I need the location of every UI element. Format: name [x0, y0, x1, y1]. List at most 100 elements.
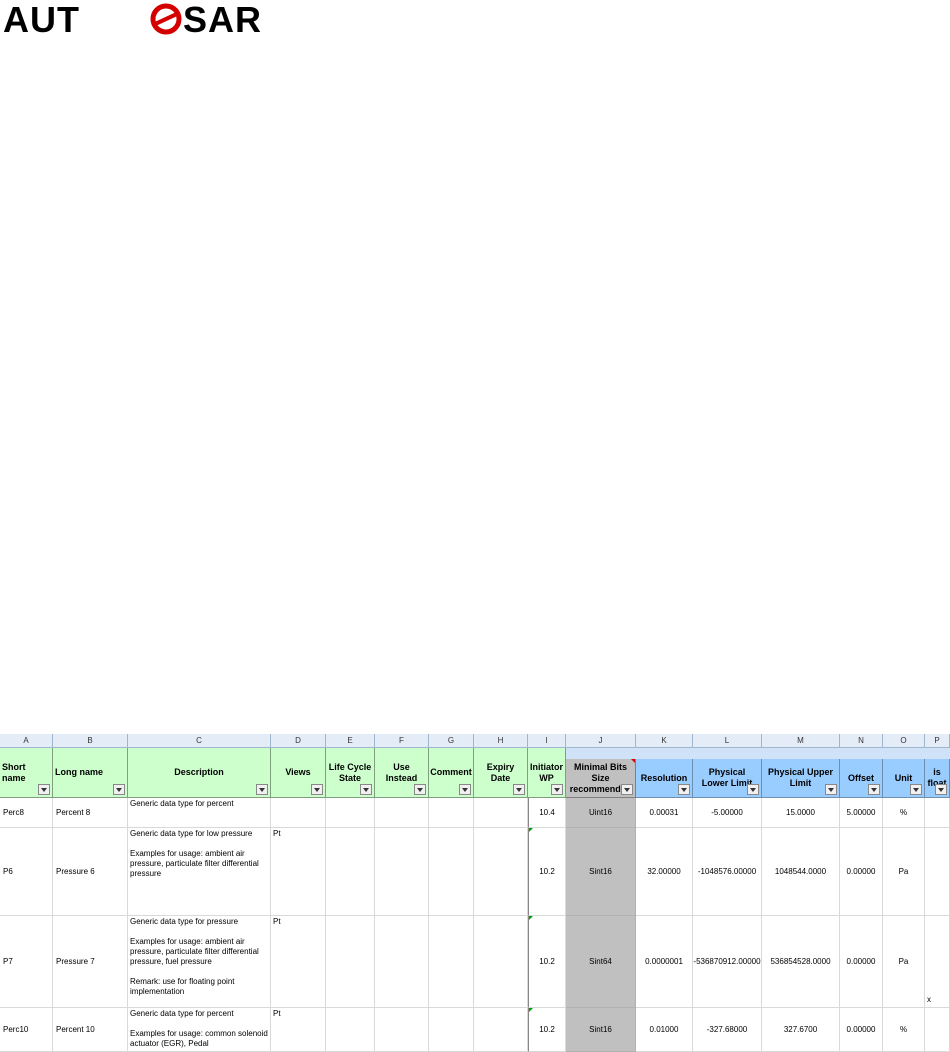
col-letter-f[interactable]: F: [375, 734, 429, 747]
cell-description[interactable]: Generic data type for pressure Examples …: [128, 916, 271, 1008]
filter-dropdown-icon[interactable]: [868, 784, 880, 795]
cell-views[interactable]: [271, 798, 326, 828]
cell-use-instead[interactable]: [375, 828, 429, 916]
col-letter-c[interactable]: C: [128, 734, 271, 747]
filter-dropdown-icon[interactable]: [414, 784, 426, 795]
cell-use-instead[interactable]: [375, 1008, 429, 1052]
filter-dropdown-icon[interactable]: [747, 784, 759, 795]
filter-dropdown-icon[interactable]: [513, 784, 525, 795]
cell-description[interactable]: Generic data type for percent Examples f…: [128, 1008, 271, 1052]
cell-initiator-wp[interactable]: 10.2: [528, 1008, 566, 1052]
cell-expiry-date[interactable]: [474, 916, 528, 1008]
cell-phys-lower[interactable]: -1048576.00000: [693, 828, 762, 916]
col-letter-h[interactable]: H: [474, 734, 528, 747]
cell-phys-lower[interactable]: -536870912.00000: [693, 916, 762, 1008]
cell-phys-upper[interactable]: 15.0000: [762, 798, 840, 828]
cell-long-name[interactable]: Percent 8: [53, 798, 128, 828]
cell-short-name[interactable]: P7: [0, 916, 53, 1008]
col-letter-i[interactable]: I: [528, 734, 566, 747]
filter-dropdown-icon[interactable]: [678, 784, 690, 795]
col-letter-d[interactable]: D: [271, 734, 326, 747]
cell-is-float[interactable]: [925, 798, 950, 828]
cell-initiator-wp[interactable]: 10.2: [528, 916, 566, 1008]
cell-comment[interactable]: [429, 916, 474, 1008]
filter-dropdown-icon[interactable]: [825, 784, 837, 795]
col-letter-e[interactable]: E: [326, 734, 375, 747]
cell-min-bits[interactable]: Sint16: [566, 1008, 636, 1052]
cell-phys-upper[interactable]: 536854528.0000: [762, 916, 840, 1008]
cell-expiry-date[interactable]: [474, 798, 528, 828]
col-letter-p[interactable]: P: [925, 734, 950, 747]
cell-unit[interactable]: Pa: [883, 916, 925, 1008]
cell-resolution[interactable]: 0.00031: [636, 798, 693, 828]
cell-long-name[interactable]: Pressure 6: [53, 828, 128, 916]
cell-long-name[interactable]: Pressure 7: [53, 916, 128, 1008]
cell-unit[interactable]: %: [883, 798, 925, 828]
filter-dropdown-icon[interactable]: [621, 784, 633, 795]
cell-description[interactable]: Generic data type for low pressure Examp…: [128, 828, 271, 916]
cell-description[interactable]: Generic data type for percent: [128, 798, 271, 828]
cell-short-name[interactable]: P6: [0, 828, 53, 916]
cell-life-cycle-state[interactable]: [326, 798, 375, 828]
cell-phys-upper[interactable]: 327.6700: [762, 1008, 840, 1052]
col-letter-j[interactable]: J: [566, 734, 636, 747]
cell-expiry-date[interactable]: [474, 1008, 528, 1052]
filter-dropdown-icon[interactable]: [459, 784, 471, 795]
cell-phys-upper[interactable]: 1048544.0000: [762, 828, 840, 916]
col-letter-a[interactable]: A: [0, 734, 53, 747]
cell-resolution[interactable]: 0.0000001: [636, 916, 693, 1008]
col-letter-k[interactable]: K: [636, 734, 693, 747]
cell-use-instead[interactable]: [375, 798, 429, 828]
cell-life-cycle-state[interactable]: [326, 828, 375, 916]
col-letter-n[interactable]: N: [840, 734, 883, 747]
header-long-name-label: Long name: [55, 767, 104, 777]
cell-offset[interactable]: 0.00000: [840, 828, 883, 916]
cell-comment[interactable]: [429, 828, 474, 916]
cell-initiator-wp[interactable]: 10.4: [528, 798, 566, 828]
comment-indicator-icon[interactable]: [631, 759, 635, 763]
cell-short-name[interactable]: Perc8: [0, 798, 53, 828]
cell-expiry-date[interactable]: [474, 828, 528, 916]
cell-resolution[interactable]: 32.00000: [636, 828, 693, 916]
cell-life-cycle-state[interactable]: [326, 1008, 375, 1052]
col-letter-l[interactable]: L: [693, 734, 762, 747]
cell-views[interactable]: Pt: [271, 828, 326, 916]
cell-is-float[interactable]: [925, 828, 950, 916]
cell-resolution[interactable]: 0.01000: [636, 1008, 693, 1052]
cell-short-name[interactable]: Perc10: [0, 1008, 53, 1052]
cell-long-name[interactable]: Percent 10: [53, 1008, 128, 1052]
cell-offset[interactable]: 0.00000: [840, 1008, 883, 1052]
cell-life-cycle-state[interactable]: [326, 916, 375, 1008]
cell-phys-lower[interactable]: -327.68000: [693, 1008, 762, 1052]
cell-views[interactable]: Pt: [271, 916, 326, 1008]
cell-unit[interactable]: Pa: [883, 828, 925, 916]
cell-comment[interactable]: [429, 798, 474, 828]
col-letter-m[interactable]: M: [762, 734, 840, 747]
cell-use-instead[interactable]: [375, 916, 429, 1008]
cell-unit[interactable]: %: [883, 1008, 925, 1052]
filter-dropdown-icon[interactable]: [311, 784, 323, 795]
header-short-name: Short name: [0, 748, 53, 798]
cell-views[interactable]: Pt: [271, 1008, 326, 1052]
filter-dropdown-icon[interactable]: [910, 784, 922, 795]
col-letter-o[interactable]: O: [883, 734, 925, 747]
col-letter-b[interactable]: B: [53, 734, 128, 747]
filter-dropdown-icon[interactable]: [551, 784, 563, 795]
cell-min-bits[interactable]: Sint16: [566, 828, 636, 916]
cell-offset[interactable]: 5.00000: [840, 798, 883, 828]
filter-dropdown-icon[interactable]: [38, 784, 50, 795]
header-is-float: is float: [925, 759, 950, 798]
cell-comment[interactable]: [429, 1008, 474, 1052]
filter-dropdown-icon[interactable]: [113, 784, 125, 795]
cell-is-float[interactable]: [925, 1008, 950, 1052]
filter-dropdown-icon[interactable]: [256, 784, 268, 795]
cell-phys-lower[interactable]: -5.00000: [693, 798, 762, 828]
filter-dropdown-icon[interactable]: [360, 784, 372, 795]
cell-is-float[interactable]: x: [925, 916, 950, 1008]
cell-min-bits[interactable]: Uint16: [566, 798, 636, 828]
cell-offset[interactable]: 0.00000: [840, 916, 883, 1008]
cell-min-bits[interactable]: Sint64: [566, 916, 636, 1008]
col-letter-g[interactable]: G: [429, 734, 474, 747]
cell-initiator-wp[interactable]: 10.2: [528, 828, 566, 916]
filter-dropdown-icon[interactable]: [935, 784, 947, 795]
